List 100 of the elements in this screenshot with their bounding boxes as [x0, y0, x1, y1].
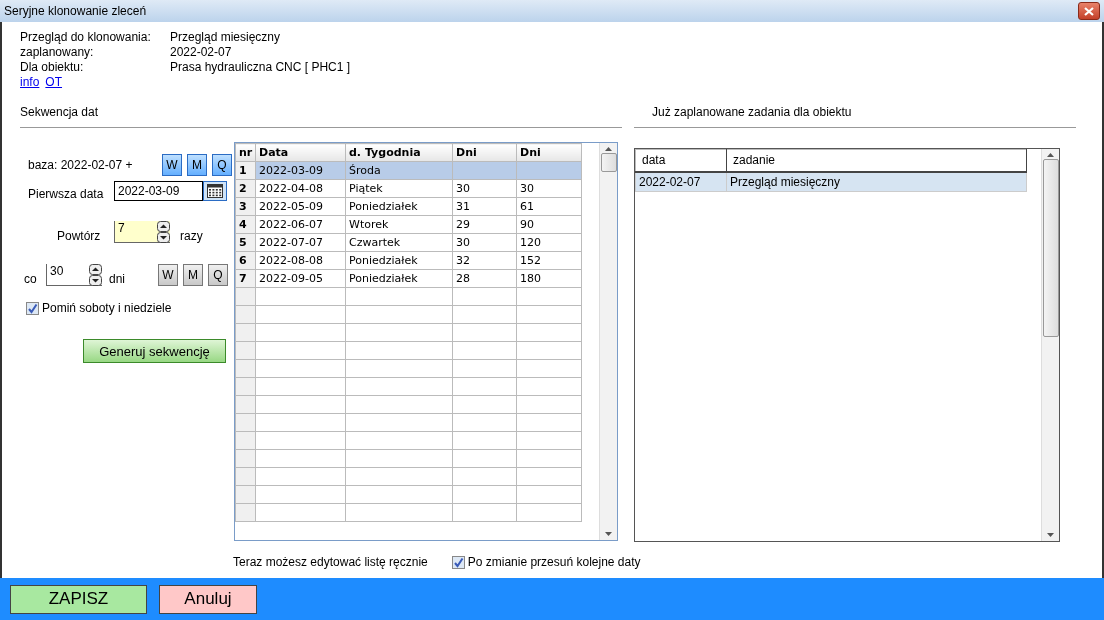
empty-row[interactable]	[235, 449, 582, 468]
unit-label: dni	[109, 272, 126, 286]
table-row[interactable]: 3 2022-05-09 Poniedziałek 31 61	[235, 197, 582, 216]
checkbox[interactable]	[451, 555, 465, 569]
table-cell: 2022-04-08	[255, 179, 346, 198]
table-row[interactable]: 5 2022-07-07 Czwartek 30 120	[235, 233, 582, 252]
spinner-icon[interactable]	[157, 221, 170, 243]
period-button[interactable]: M	[187, 154, 207, 176]
empty-row[interactable]	[235, 341, 582, 360]
close-button[interactable]	[1078, 2, 1100, 20]
unit-label: razy	[180, 229, 203, 243]
table-row[interactable]: 2022-02-07 Przegląd miesięczny	[635, 171, 1027, 192]
table-row[interactable]: 7 2022-09-05 Poniedziałek 28 180	[235, 269, 582, 288]
empty-row[interactable]	[235, 413, 582, 432]
period-button[interactable]: M	[183, 264, 203, 286]
scroll-down-icon[interactable]	[605, 532, 612, 536]
empty-row[interactable]	[235, 503, 582, 522]
table-cell: 90	[516, 215, 582, 234]
generate-button[interactable]: Generuj sekwencję	[83, 339, 226, 363]
empty-row[interactable]	[235, 287, 582, 306]
scroll-up-icon[interactable]	[605, 147, 612, 151]
table-row[interactable]: 4 2022-06-07 Wtorek 29 90	[235, 215, 582, 234]
link[interactable]: OT	[45, 75, 63, 89]
empty-row[interactable]	[235, 395, 582, 414]
column-header: d. Tygodnia	[345, 143, 453, 162]
period-button[interactable]: Q	[212, 154, 232, 176]
table-cell: 28	[452, 269, 517, 288]
column-header: Dni	[452, 143, 517, 162]
cancel-button[interactable]: Anuluj	[159, 584, 257, 614]
info-label: Przegląd do klonowania:	[20, 30, 151, 45]
edit-hint: Teraz możesz edytować listę ręcznie	[233, 555, 428, 569]
table-cell: 2022-08-08	[255, 251, 346, 270]
table-cell: 30	[516, 179, 582, 198]
column-header: Dni	[516, 143, 582, 162]
table-cell: 30	[452, 179, 517, 198]
empty-row[interactable]	[235, 359, 582, 378]
info-value: 2022-02-07	[170, 45, 232, 60]
checkbox[interactable]	[26, 301, 39, 315]
scrollbar[interactable]	[1041, 149, 1059, 541]
base-label: baza: 2022-02-07 +	[28, 158, 134, 172]
table-cell: 152	[516, 251, 582, 270]
table-cell: 120	[516, 233, 582, 252]
empty-row[interactable]	[235, 431, 582, 450]
window-title: Seryjne klonowanie zleceń	[4, 4, 147, 18]
table-cell: 30	[452, 233, 517, 252]
checkbox-label: Po zmianie przesuń kolejne daty	[467, 555, 641, 569]
table-cell: Poniedziałek	[345, 269, 453, 288]
calendar-button[interactable]	[203, 181, 227, 201]
period-button[interactable]: W	[162, 154, 182, 176]
table-cell: Poniedziałek	[345, 197, 453, 216]
table-cell: 32	[452, 251, 517, 270]
scrollbar[interactable]	[599, 143, 617, 540]
empty-row[interactable]	[235, 377, 582, 396]
table-cell: Czwartek	[345, 233, 453, 252]
column-header: Data	[255, 143, 346, 162]
table-row[interactable]: 2 2022-04-08 Piątek 30 30	[235, 179, 582, 198]
table-row[interactable]: 1 2022-03-09 Środa	[235, 161, 582, 180]
table-row[interactable]: 6 2022-08-08 Poniedziałek 32 152	[235, 251, 582, 270]
scrollbar-thumb[interactable]	[600, 153, 617, 172]
table-cell: Poniedziałek	[345, 251, 453, 270]
section-title: Sekwencja dat	[20, 105, 99, 119]
table-cell: 180	[516, 269, 582, 288]
column-header: data	[635, 149, 727, 172]
checkbox-label: Pomiń soboty i niedziele	[42, 301, 172, 315]
date-field[interactable]: 2022-03-09	[114, 181, 203, 201]
column-header: nr	[235, 143, 256, 162]
table-cell: 2022-05-09	[255, 197, 346, 216]
link[interactable]: info	[20, 75, 40, 89]
table-cell: 2022-07-07	[255, 233, 346, 252]
interval-field[interactable]: 30	[46, 264, 102, 286]
empty-row[interactable]	[235, 485, 582, 504]
info-value: Prasa hydrauliczna CNC [ PHC1 ]	[170, 60, 351, 75]
empty-row[interactable]	[235, 305, 582, 324]
table-cell: Wtorek	[345, 215, 453, 234]
period-button[interactable]: W	[158, 264, 178, 286]
field-label: Pierwsza data	[28, 187, 105, 201]
repeat-field[interactable]: 7	[114, 221, 170, 243]
empty-row[interactable]	[235, 323, 582, 342]
table-cell: 2022-02-07	[635, 171, 727, 192]
scrollbar-thumb[interactable]	[1042, 159, 1059, 337]
table-cell: 2022-09-05	[255, 269, 346, 288]
field-label: Powtórz	[57, 229, 102, 243]
info-value: Przegląd miesięczny	[170, 30, 281, 45]
scroll-down-icon[interactable]	[1047, 533, 1054, 537]
scroll-up-icon[interactable]	[1047, 153, 1054, 157]
table-cell: 31	[452, 197, 517, 216]
column-header: zadanie	[726, 149, 1027, 172]
table-cell: 29	[452, 215, 517, 234]
table-cell: 2022-06-07	[255, 215, 346, 234]
period-button[interactable]: Q	[208, 264, 228, 286]
empty-row[interactable]	[235, 467, 582, 486]
field-label: co	[24, 272, 38, 286]
info-label: zaplanowany:	[20, 45, 94, 60]
save-button[interactable]: ZAPISZ	[10, 584, 147, 614]
table-cell: 61	[516, 197, 582, 216]
table-cell: Piątek	[345, 179, 453, 198]
spinner-icon[interactable]	[89, 264, 102, 286]
close-icon[interactable]	[1084, 6, 1094, 16]
info-label: Dla obiektu:	[20, 60, 84, 75]
section-title: Już zaplanowane zadania dla obiektu	[652, 105, 852, 119]
